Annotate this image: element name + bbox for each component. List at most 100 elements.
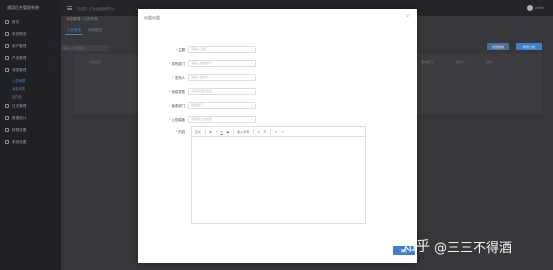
sidebar-item-label: 数据统计 bbox=[12, 115, 27, 120]
field-label: * 主题 bbox=[138, 47, 188, 52]
tab-message-push[interactable]: 消息推送 bbox=[86, 27, 104, 35]
text-field[interactable]: 请输入主题 bbox=[188, 45, 256, 53]
field-label-text: 发布人 bbox=[174, 75, 185, 80]
sidebar-item-label: 日志管理 bbox=[12, 103, 27, 108]
column-header: 公告名称 bbox=[89, 60, 102, 64]
notice-dialog: 公告公告 × * 主题 请输入主题 * 发布部门 请输入发布部门 ⌄ * 发布人 请输入发布… bbox=[138, 9, 417, 263]
font-size-select[interactable]: 默认字号 bbox=[237, 130, 249, 134]
redo-icon[interactable]: ↷ bbox=[281, 130, 284, 134]
chevron-down-icon: ⌄ bbox=[250, 103, 253, 107]
strike-icon[interactable]: S bbox=[227, 130, 229, 134]
sidebar-item[interactable]: 产品管理 ⌄ bbox=[0, 52, 61, 64]
chevron-down-icon: ⌄ bbox=[250, 61, 253, 65]
field-label-text: 公告模板 bbox=[171, 117, 185, 122]
form-row: * 主题 请输入主题 bbox=[138, 45, 256, 53]
field-placeholder: 请输入发布部门 bbox=[191, 61, 213, 65]
undo-icon[interactable]: ↶ bbox=[275, 130, 278, 134]
select-field[interactable]: 请选择公告模板 ⌄ bbox=[188, 115, 256, 123]
italic-icon[interactable]: I bbox=[216, 130, 217, 134]
select-field[interactable]: 请选择消息类型 ⌄ bbox=[188, 87, 256, 95]
message-icon bbox=[5, 68, 9, 72]
paragraph-select[interactable]: 正文 bbox=[195, 130, 201, 134]
sidebar-item-label: 系统概览 bbox=[12, 31, 27, 36]
sidebar-subitem[interactable]: 公告管理 bbox=[0, 76, 61, 84]
top-notice: 欢迎您 · 平台运营管理中心 bbox=[77, 6, 115, 11]
gear-icon bbox=[5, 140, 9, 144]
field-placeholder: 请输入主题 bbox=[191, 47, 207, 51]
align-icon[interactable]: ≡ bbox=[258, 130, 260, 134]
sidebar-item[interactable]: 首页 bbox=[0, 16, 61, 28]
bold-icon[interactable]: B bbox=[210, 130, 212, 134]
sidebar-subitem[interactable]: 消息列表 bbox=[0, 84, 61, 92]
field-placeholder: 请选择公告模板 bbox=[191, 117, 213, 121]
watermark: 知乎 @三三不得酒 bbox=[402, 236, 512, 256]
field-placeholder: 请输入发布人 bbox=[191, 75, 210, 79]
sidebar-item[interactable]: 系统设置 bbox=[0, 136, 61, 148]
field-label: * 发布人 bbox=[138, 75, 188, 80]
chevron-down-icon: ⌄ bbox=[250, 117, 253, 121]
dashboard-icon bbox=[5, 32, 9, 36]
form-row: * 发布部门 请输入发布部门 ⌄ bbox=[138, 59, 256, 67]
content-field: * 内容 bbox=[138, 127, 188, 135]
sidebar-item-label: 用户管理 bbox=[12, 43, 27, 48]
list-icon[interactable]: ☰ bbox=[264, 130, 267, 134]
field-label: * 消息类型 bbox=[138, 89, 188, 94]
app-title: 通用后台管理系统 bbox=[7, 5, 39, 10]
batch-delete-button[interactable]: 批量删除 bbox=[487, 43, 509, 50]
select-field[interactable]: 请输入发布部门 ⌄ bbox=[188, 59, 256, 67]
form-row: * 发布人 请输入发布人 bbox=[138, 73, 256, 81]
sidebar: 通用后台管理系统 首页 系统概览 用户管理 ⌄ 产品管理 ⌄ 消息管理 ⌃ 公告管理 消息列表站… bbox=[0, 0, 61, 270]
tab-bar: 公告管理 消息推送 bbox=[65, 27, 104, 35]
text-field[interactable]: 请输入发布人 bbox=[188, 73, 256, 81]
chevron-icon: ⌄ bbox=[53, 56, 56, 60]
sidebar-item-label: 消息管理 bbox=[12, 67, 27, 72]
sidebar-item[interactable]: 数据统计 bbox=[0, 112, 61, 124]
field-placeholder: 接收部门 bbox=[191, 103, 204, 107]
close-icon[interactable]: × bbox=[406, 14, 409, 20]
chart-icon bbox=[5, 116, 9, 120]
add-notice-button[interactable]: 新增公告 bbox=[516, 43, 542, 50]
box-icon bbox=[5, 56, 9, 60]
search-input[interactable]: 请输入公告标题 bbox=[61, 45, 109, 51]
sidebar-subitem[interactable]: 站内信 bbox=[0, 92, 61, 100]
sidebar-item-label: 首页 bbox=[12, 19, 20, 24]
sidebar-item[interactable]: 用户管理 ⌄ bbox=[0, 40, 61, 52]
column-header: 发布人 bbox=[456, 60, 466, 64]
watermark-handle: @三三不得酒 bbox=[434, 240, 513, 256]
column-header: 发布部门 bbox=[421, 60, 434, 64]
user-icon bbox=[5, 44, 9, 48]
field-placeholder: 请选择消息类型 bbox=[191, 89, 213, 93]
log-icon bbox=[5, 104, 9, 108]
sidebar-item[interactable]: 消息管理 ⌃ bbox=[0, 64, 61, 76]
breadcrumb: 消息管理 / 公告列表 bbox=[66, 17, 98, 21]
form-row: * 消息类型 请选择消息类型 ⌄ bbox=[138, 87, 256, 95]
sidebar-item-label: 产品管理 bbox=[12, 55, 27, 60]
user-menu[interactable]: admin bbox=[527, 5, 544, 11]
user-name: admin bbox=[535, 6, 544, 10]
editor-toolbar: 正文 B I U S 默认字号 ≡ ☰ ↶ ↷ bbox=[192, 127, 365, 137]
menu-toggle-icon[interactable] bbox=[67, 6, 72, 10]
field-label-text: 消息类型 bbox=[171, 89, 185, 94]
divider bbox=[205, 129, 206, 134]
sidebar-item[interactable]: 日志管理 bbox=[0, 100, 61, 112]
field-label-text: 接收部门 bbox=[171, 103, 185, 108]
avatar[interactable] bbox=[527, 5, 534, 11]
field-label-text: 主题 bbox=[178, 47, 185, 52]
rich-text-editor[interactable]: 正文 B I U S 默认字号 ≡ ☰ ↶ ↷ bbox=[191, 126, 366, 224]
field-label: * 公告模板 bbox=[138, 117, 188, 122]
form-row: * 公告模板 请选择公告模板 ⌄ bbox=[138, 115, 256, 123]
field-label: * 接收部门 bbox=[138, 103, 188, 108]
sidebar-item[interactable]: 权限设置 bbox=[0, 124, 61, 136]
field-label-text: 发布部门 bbox=[171, 61, 185, 66]
divider bbox=[253, 129, 254, 134]
chevron-down-icon: ⌄ bbox=[250, 89, 253, 93]
sidebar-item-label: 权限设置 bbox=[12, 127, 27, 132]
watermark-brand: 知乎 bbox=[402, 239, 430, 255]
tab-notice-manage[interactable]: 公告管理 bbox=[65, 27, 83, 35]
underline-icon[interactable]: U bbox=[221, 130, 223, 134]
select-field[interactable]: 接收部门 ⌄ bbox=[188, 101, 256, 109]
field-label: * 内容 bbox=[175, 129, 185, 134]
home-icon bbox=[5, 20, 9, 24]
dialog-title: 公告公告 bbox=[144, 15, 160, 20]
sidebar-item[interactable]: 系统概览 bbox=[0, 28, 61, 40]
